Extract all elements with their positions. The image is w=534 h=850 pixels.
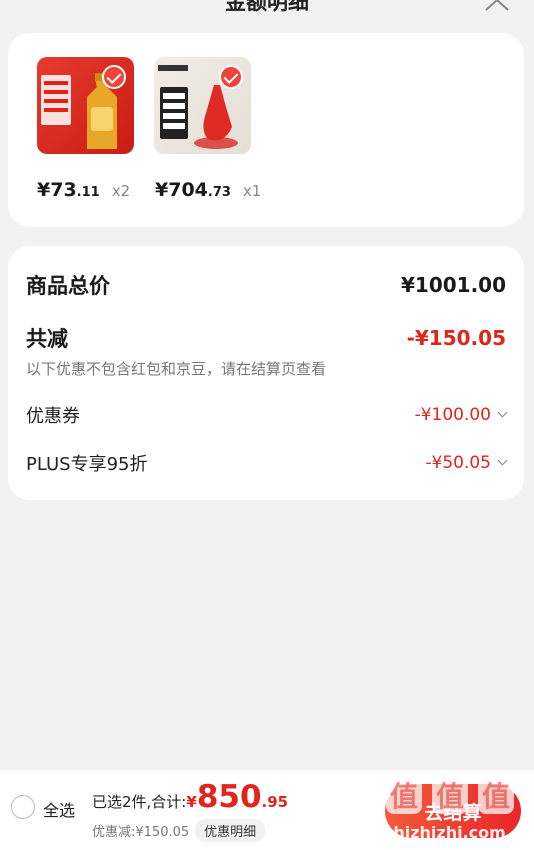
total-line: 已选2件,合计: ¥ 850 .95 (92, 779, 288, 815)
plus-value-wrap[interactable]: -¥50.05 (425, 453, 508, 473)
total-value: ¥1001.00 (400, 273, 506, 297)
plus-row[interactable]: PLUS专享95折 -¥50.05 (26, 450, 508, 476)
reduce-value: -¥150.05 (406, 326, 506, 350)
chevron-down-icon (497, 455, 508, 466)
bottom-bar: 全选 已选2件,合计: ¥ 850 .95 优惠减:¥150.05 优惠明细 去… (0, 769, 534, 850)
total-currency: ¥ (186, 793, 197, 811)
coupon-value: -¥100.00 (414, 405, 491, 425)
product-item[interactable] (154, 57, 254, 154)
total-decimal: .95 (261, 793, 289, 811)
selected-text: 已选2件,合计: (92, 793, 187, 811)
select-all-radio[interactable] (11, 795, 35, 819)
coupon-label: 优惠券 (26, 406, 80, 427)
price-decimal: .73 (207, 185, 231, 200)
product-qty: x1 (242, 182, 262, 200)
price-main: ¥73 (37, 179, 77, 201)
total-label: 商品总价 (26, 274, 110, 298)
close-icon[interactable] (484, 0, 510, 12)
coupon-row[interactable]: 优惠券 -¥100.00 (26, 402, 508, 428)
reduce-label: 共减 (26, 327, 68, 351)
page-title: 金额明细 (225, 0, 309, 14)
price-main: ¥704 (155, 179, 208, 201)
product-qty: x2 (111, 182, 131, 200)
discount-detail-button[interactable]: 优惠明细 (195, 819, 266, 842)
checkout-button[interactable]: 去结算 (385, 784, 521, 838)
discount-note: 以下优惠不包含红包和京豆，请在结算页查看 (26, 360, 327, 378)
select-all-label[interactable]: 全选 (43, 797, 75, 821)
product-price: ¥73 .11 x2 (37, 179, 130, 201)
reduce-row: 共减 -¥150.05 (26, 323, 506, 353)
selected-check-icon (102, 65, 126, 89)
product-image (154, 57, 251, 154)
price-decimal: .11 (76, 185, 100, 200)
plus-value: -¥50.05 (425, 453, 491, 473)
product-item[interactable] (37, 57, 137, 154)
chevron-down-icon (497, 407, 508, 418)
plus-label: PLUS专享95折 (26, 454, 148, 475)
product-card: ¥73 .11 x2 ¥704 .73 x1 (8, 33, 524, 227)
selected-check-icon (219, 65, 243, 89)
discount-text: 优惠减:¥150.05 (92, 825, 190, 840)
total-main: 850 (196, 779, 262, 815)
header: 金额明细 (0, 0, 534, 30)
summary-card: 商品总价 ¥1001.00 共减 -¥150.05 以下优惠不包含红包和京豆，请… (8, 246, 524, 500)
total-row: 商品总价 ¥1001.00 (26, 270, 506, 300)
product-image (37, 57, 134, 154)
discount-line: 优惠减:¥150.05 优惠明细 (92, 819, 266, 842)
product-price: ¥704 .73 x1 (155, 179, 261, 201)
coupon-value-wrap[interactable]: -¥100.00 (414, 405, 508, 425)
